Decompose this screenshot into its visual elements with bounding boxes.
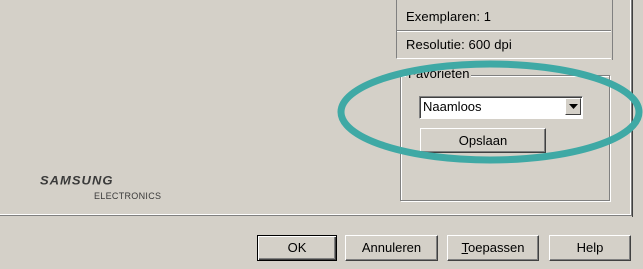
resolution-label: Resolutie: 600 dpi (406, 37, 512, 52)
ok-button[interactable]: OK (257, 235, 337, 261)
copies-label: Exemplaren: 1 (406, 9, 492, 24)
favorites-select[interactable]: Naamloos (419, 96, 583, 119)
apply-button[interactable]: Toepassen (447, 235, 539, 261)
settings-summary: Exemplaren: 1 Resolutie: 600 dpi (396, 0, 613, 60)
summary-divider (397, 30, 611, 31)
help-button[interactable]: Help (549, 235, 631, 261)
logo-brand: SAMSUNG (40, 173, 114, 188)
chevron-down-icon (569, 104, 578, 109)
cancel-button[interactable]: Annuleren (345, 235, 438, 261)
favorites-selected-value: Naamloos (423, 99, 482, 114)
save-favorite-button[interactable]: Opslaan (420, 128, 546, 153)
logo-subtext: ELECTRONICS (94, 191, 162, 201)
favorites-group-label: Favorieten (406, 66, 472, 81)
apply-label-rest: oepassen (468, 240, 525, 255)
dropdown-button[interactable] (565, 98, 581, 115)
printer-properties-dialog: Exemplaren: 1 Resolutie: 600 dpi Favorie… (0, 0, 643, 269)
